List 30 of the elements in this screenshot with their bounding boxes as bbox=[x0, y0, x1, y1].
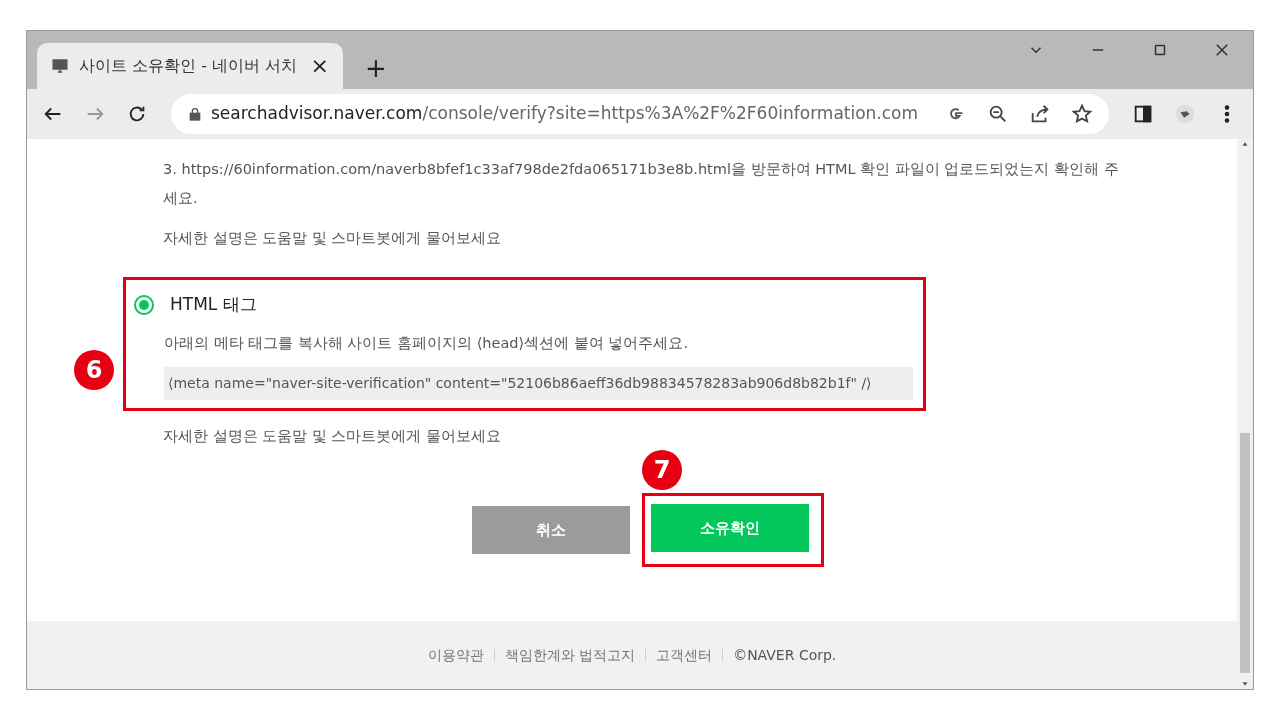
browser-tab[interactable]: 사이트 소유확인 - 네이버 서치 × bbox=[37, 43, 343, 89]
description-text: 아래의 메타 태그를 복사해 사이트 홈페이지의 ⟨head⟩섹션에 붙여 넣어주세요. bbox=[164, 334, 689, 354]
annotation-badge: 6 bbox=[74, 349, 114, 390]
confirm-button[interactable]: 소유확인 bbox=[651, 503, 809, 552]
side-panel-icon[interactable] bbox=[1132, 103, 1154, 125]
scrollbar[interactable] bbox=[1237, 139, 1253, 689]
meta-tag-code: ⟨meta name="naver-site-verification" content="52106b86aeff36db98834578283ab906d8b82b1f" /⟩ bbox=[164, 367, 913, 400]
share-icon[interactable] bbox=[1029, 103, 1051, 125]
help-text: 자세한 설명은 도움말 및 스마트봇에게 물어보세요 bbox=[163, 229, 503, 248]
footer-link[interactable]: 고객센터 bbox=[656, 644, 713, 666]
cancel-button[interactable]: 취소 bbox=[472, 505, 630, 554]
step-text: 3. https://60information.com/naverb8bfef1c33af798de2fda065171b3e8b.html을 방문하여 HTML 확인 파일이 업로드되었는지 확인해 주세요. bbox=[163, 160, 1120, 208]
avatar-icon[interactable] bbox=[1174, 103, 1196, 125]
radio-button[interactable] bbox=[134, 294, 154, 315]
url-text: searchadvisor.naver.com/console/verify?site=https%3A%2F%2F60information.com bbox=[211, 102, 920, 126]
close-icon[interactable] bbox=[1213, 41, 1231, 59]
monitor-icon bbox=[51, 57, 69, 75]
annotation-badge: 7 bbox=[642, 449, 682, 490]
tab-title: 사이트 소유확인 - 네이버 서치 bbox=[79, 55, 299, 77]
address-bar[interactable]: searchadvisor.naver.com/console/verify?site=https%3A%2F%2F60information.com bbox=[171, 94, 1109, 134]
zoom-out-icon[interactable] bbox=[987, 103, 1009, 125]
footer-link[interactable]: 이용약관 bbox=[427, 644, 484, 666]
lock-icon bbox=[187, 106, 203, 122]
new-tab-button[interactable]: + bbox=[361, 55, 391, 81]
copyright-text: ©NAVER Corp. bbox=[733, 645, 837, 665]
star-icon[interactable] bbox=[1071, 103, 1093, 125]
radio-label: HTML 태그 bbox=[170, 292, 257, 316]
close-tab-button[interactable]: × bbox=[310, 55, 329, 77]
footer-link[interactable]: 책임한계와 법적고지 bbox=[504, 644, 636, 666]
help-text: 자세한 설명은 도움말 및 스마트봇에게 물어보세요 bbox=[163, 427, 503, 446]
